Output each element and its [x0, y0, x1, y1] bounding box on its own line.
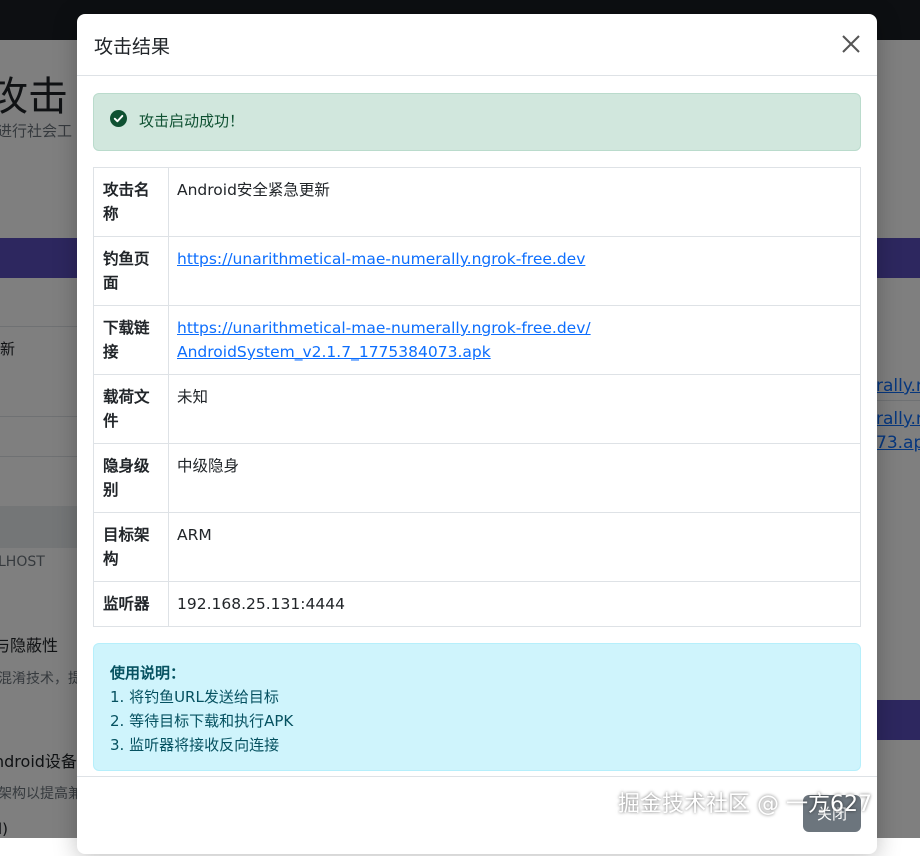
phishing-page-link[interactable]: https://unarithmetical-mae-numerally.ngr… [177, 250, 585, 268]
table-row: 载荷文件 未知 [93, 374, 861, 444]
download-link-line1: https://unarithmetical-mae-numerally.ngr… [177, 319, 591, 337]
check-circle-icon [110, 110, 127, 127]
row-label: 载荷文件 [93, 374, 169, 444]
table-row: 监听器 192.168.25.131:4444 [93, 581, 861, 627]
attack-info-table: 攻击名称 Android安全紧急更新 钓鱼页面 https://unarithm… [93, 167, 861, 627]
modal-title: 攻击结果 [94, 36, 171, 58]
row-value: 192.168.25.131:4444 [168, 581, 861, 627]
success-alert: 攻击启动成功！ [93, 93, 861, 151]
row-value: https://unarithmetical-mae-numerally.ngr… [168, 305, 861, 375]
success-message: 攻击启动成功！ [139, 112, 245, 130]
instruction-step: 2. 等待目标下载和执行APK [110, 712, 294, 730]
modal-body: 攻击启动成功！ 攻击名称 Android安全紧急更新 钓鱼页面 https://… [93, 93, 861, 771]
instructions-heading: 使用说明： [110, 664, 186, 682]
close-icon[interactable] [839, 32, 863, 56]
row-label: 攻击名称 [93, 167, 169, 237]
row-value: 中级隐身 [168, 443, 861, 513]
table-row: 钓鱼页面 https://unarithmetical-mae-numerall… [93, 236, 861, 306]
row-value: 未知 [168, 374, 861, 444]
row-label: 隐身级别 [93, 443, 169, 513]
download-link-line2: AndroidSystem_v2.1.7_1775384073.apk [177, 343, 491, 361]
table-row: 目标架构 ARM [93, 512, 861, 582]
attack-result-modal: 攻击结果 攻击启动成功！ 攻击名称 Android安全紧急更新 钓鱼页面 htt… [77, 14, 877, 854]
instruction-step: 3. 监听器将接收反向连接 [110, 736, 280, 754]
modal-footer: 关闭 [77, 776, 877, 856]
table-row: 攻击名称 Android安全紧急更新 [93, 167, 861, 237]
table-row: 隐身级别 中级隐身 [93, 443, 861, 513]
instructions-alert: 使用说明： 1. 将钓鱼URL发送给目标 2. 等待目标下载和执行APK 3. … [93, 643, 861, 771]
modal-header: 攻击结果 [77, 14, 877, 76]
row-label: 下载链接 [93, 305, 169, 375]
table-row: 下载链接 https://unarithmetical-mae-numerall… [93, 305, 861, 375]
download-link[interactable]: https://unarithmetical-mae-numerally.ngr… [177, 319, 591, 361]
row-label: 监听器 [93, 581, 169, 627]
row-label: 钓鱼页面 [93, 236, 169, 306]
row-value: ARM [168, 512, 861, 582]
row-value: https://unarithmetical-mae-numerally.ngr… [168, 236, 861, 306]
row-value: Android安全紧急更新 [168, 167, 861, 237]
row-label: 目标架构 [93, 512, 169, 582]
instruction-step: 1. 将钓鱼URL发送给目标 [110, 688, 279, 706]
close-button[interactable]: 关闭 [802, 795, 861, 832]
